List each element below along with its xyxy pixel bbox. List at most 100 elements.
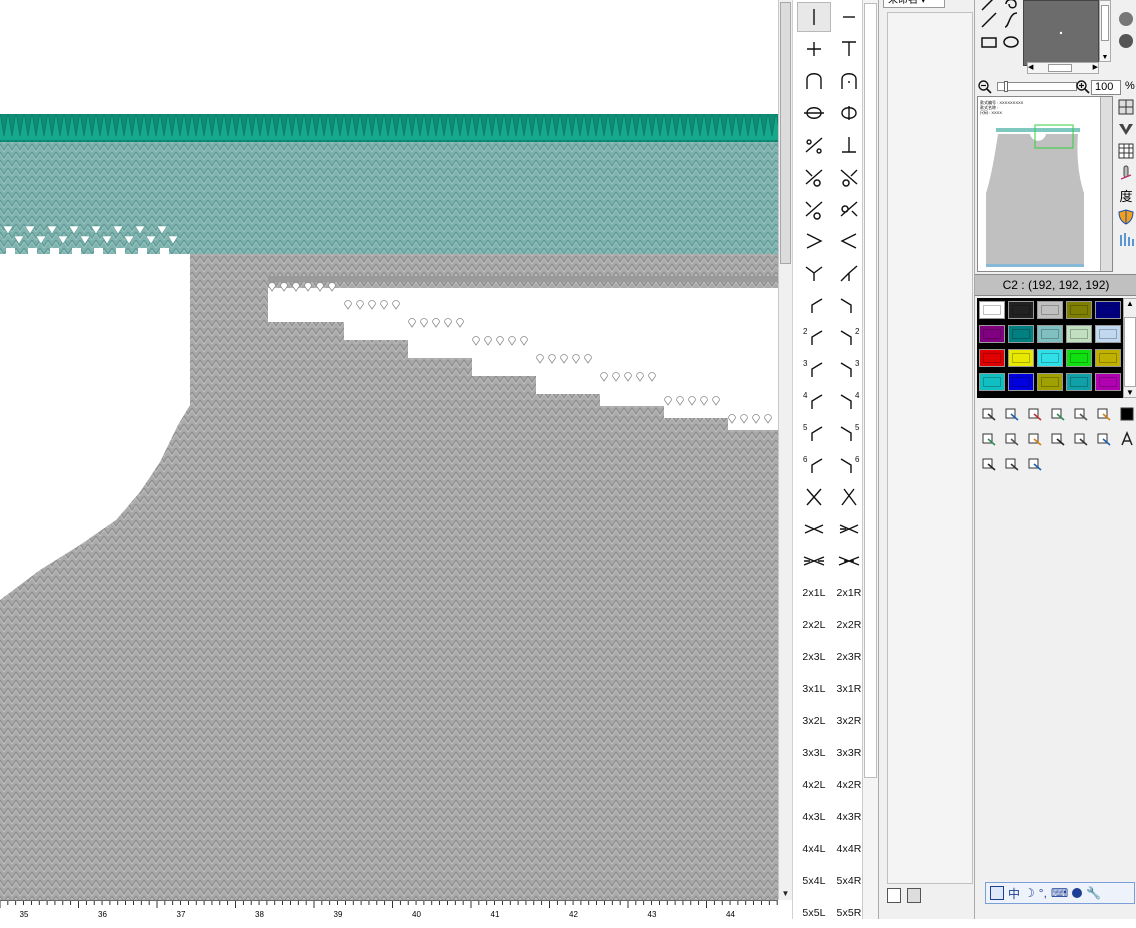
align-bottom-icon[interactable] xyxy=(1025,454,1044,473)
replace-color-icon[interactable] xyxy=(1002,429,1021,448)
stitch-palette-scrollbar[interactable] xyxy=(862,0,878,919)
color-swatch[interactable] xyxy=(1037,349,1063,367)
slash-loop-left-icon[interactable] xyxy=(797,162,831,192)
cable-2x3l-button[interactable]: 2x3L xyxy=(797,642,831,672)
scroll-down-arrow-icon[interactable]: ▼ xyxy=(779,886,792,900)
color-swatch[interactable] xyxy=(1008,325,1034,343)
vertical-bar-icon[interactable] xyxy=(797,2,831,32)
cable-4x4r-button[interactable]: 4x4R xyxy=(832,834,866,864)
cable-4x2r-button[interactable]: 4x2R xyxy=(832,770,866,800)
color-swatch[interactable] xyxy=(979,349,1005,367)
plus-icon[interactable] xyxy=(797,34,831,64)
moon-icon[interactable]: ☽ xyxy=(1024,886,1035,900)
cross-left-icon[interactable] xyxy=(797,258,831,288)
zoom-in-icon[interactable] xyxy=(1075,79,1091,95)
knit-view-icon[interactable] xyxy=(1117,120,1135,138)
double-x-icon[interactable] xyxy=(797,514,831,544)
rotate-360-icon[interactable] xyxy=(1048,404,1067,423)
preview-scroll-right-icon[interactable]: ▶ xyxy=(1093,63,1098,71)
navigator-scrollbar[interactable] xyxy=(1100,97,1112,271)
bend-right-3-icon[interactable]: 3 xyxy=(832,354,866,384)
bend-left-5-icon[interactable]: 5 xyxy=(797,418,831,448)
circle-line-icon[interactable] xyxy=(797,98,831,128)
wrench-icon[interactable]: 🔧 xyxy=(1086,886,1101,900)
pattern-icon[interactable] xyxy=(1094,404,1113,423)
cable-3x2l-button[interactable]: 3x2L xyxy=(797,706,831,736)
bars-view-icon[interactable] xyxy=(1117,230,1135,248)
bend-left-2-icon[interactable]: 2 xyxy=(797,322,831,352)
color-swatch[interactable] xyxy=(1066,349,1092,367)
bend-right-5-icon[interactable]: 5 xyxy=(832,418,866,448)
tee-icon[interactable] xyxy=(832,34,866,64)
cable-5x4r-button[interactable]: 5x4R xyxy=(832,866,866,896)
bend-right-2-icon[interactable]: 2 xyxy=(832,322,866,352)
color-swatch[interactable] xyxy=(1095,325,1121,343)
bend-left-4-icon[interactable]: 4 xyxy=(797,386,831,416)
x-cross-icon[interactable] xyxy=(797,482,831,512)
color-swatch[interactable] xyxy=(979,373,1005,391)
bend-left-icon[interactable] xyxy=(797,290,831,320)
flip-icon[interactable] xyxy=(1071,404,1090,423)
arch-dot-icon[interactable] xyxy=(832,66,866,96)
yarn-brush-icon[interactable] xyxy=(1071,429,1090,448)
cable-3x1l-button[interactable]: 3x1L xyxy=(797,674,831,704)
color-swatch[interactable] xyxy=(1066,373,1092,391)
new-page-icon[interactable] xyxy=(887,888,901,903)
shield-icon[interactable] xyxy=(1117,208,1135,226)
copy-page-icon[interactable] xyxy=(907,888,921,903)
zoom-input[interactable]: 100 xyxy=(1091,80,1121,95)
cable-2x3r-button[interactable]: 2x3R xyxy=(832,642,866,672)
percent-icon[interactable] xyxy=(797,130,831,160)
circle-line-right-icon[interactable] xyxy=(832,98,866,128)
up-tack-icon[interactable] xyxy=(832,130,866,160)
copy-area-icon[interactable] xyxy=(1002,404,1021,423)
preview-horizontal-scrollbar[interactable]: ◀ ▶ xyxy=(1027,62,1099,74)
contrast-icon[interactable] xyxy=(1025,429,1044,448)
navigator-thumbnail[interactable]: 款式编号 : XXXXXXXXX 款式名称 : 尺码 : XXXX xyxy=(977,96,1113,272)
knit-canvas[interactable]: 35 36 37 38 39 40 41 42 43 44 xyxy=(0,0,778,919)
resize-icon[interactable] xyxy=(1025,404,1044,423)
bend-right-6-icon[interactable]: 6 xyxy=(832,450,866,480)
color-swatch[interactable] xyxy=(979,325,1005,343)
layer-list[interactable] xyxy=(887,12,973,884)
cable-3x1r-button[interactable]: 3x1R xyxy=(832,674,866,704)
yarn-pin-icon[interactable] xyxy=(979,454,998,473)
punctuation-icon[interactable]: °, xyxy=(1039,886,1047,900)
select-rect-icon[interactable] xyxy=(979,404,998,423)
circle-brush-icon[interactable] xyxy=(1119,12,1133,26)
zoom-slider-thumb[interactable] xyxy=(1004,81,1008,92)
cable-4x2l-button[interactable]: 4x2L xyxy=(797,770,831,800)
color-swatch[interactable] xyxy=(1095,373,1121,391)
cable-4x3l-button[interactable]: 4x3L xyxy=(797,802,831,832)
preview-scroll-left-icon[interactable]: ◀ xyxy=(1028,63,1033,71)
stitch-scrollbar-thumb[interactable] xyxy=(864,3,877,778)
cable-5x4l-button[interactable]: 5x4L xyxy=(797,866,831,896)
font-a-icon[interactable] xyxy=(1117,429,1136,448)
layer-dropdown[interactable]: 未命名 ▾ xyxy=(883,0,945,8)
cable-3x3l-button[interactable]: 3x3L xyxy=(797,738,831,768)
percent-chart-icon[interactable] xyxy=(1094,429,1113,448)
color-grid-scrollbar[interactable]: ▲ ▼ xyxy=(1123,298,1136,398)
bend-right-4-icon[interactable]: 4 xyxy=(832,386,866,416)
dash-icon[interactable] xyxy=(832,2,866,32)
arch-icon[interactable] xyxy=(797,66,831,96)
preview-scroll-down-icon[interactable]: ▼ xyxy=(1100,54,1110,61)
slash-ring-right-icon[interactable] xyxy=(832,194,866,224)
knit-chart[interactable] xyxy=(0,0,778,900)
rectangle-tool-icon[interactable] xyxy=(979,32,999,52)
cable-3x3r-button[interactable]: 3x3R xyxy=(832,738,866,768)
table-view-icon[interactable] xyxy=(1117,142,1135,160)
bend-left-6-icon[interactable]: 6 xyxy=(797,450,831,480)
color-swap-icon[interactable] xyxy=(1048,429,1067,448)
dot-brush-icon[interactable] xyxy=(1119,34,1133,48)
cable-4x3r-button[interactable]: 4x3R xyxy=(832,802,866,832)
double-x-right-icon[interactable] xyxy=(832,514,866,544)
fill-black-icon[interactable] xyxy=(1117,404,1136,423)
color-swatch[interactable] xyxy=(979,301,1005,319)
color-swatch[interactable] xyxy=(1095,349,1121,367)
color-scroll-up-icon[interactable]: ▲ xyxy=(1124,299,1136,308)
ellipse-tool-icon[interactable] xyxy=(1001,32,1021,52)
cable-2x2l-button[interactable]: 2x2L xyxy=(797,610,831,640)
color-swatch[interactable] xyxy=(1037,301,1063,319)
zoom-slider[interactable] xyxy=(997,81,1077,92)
